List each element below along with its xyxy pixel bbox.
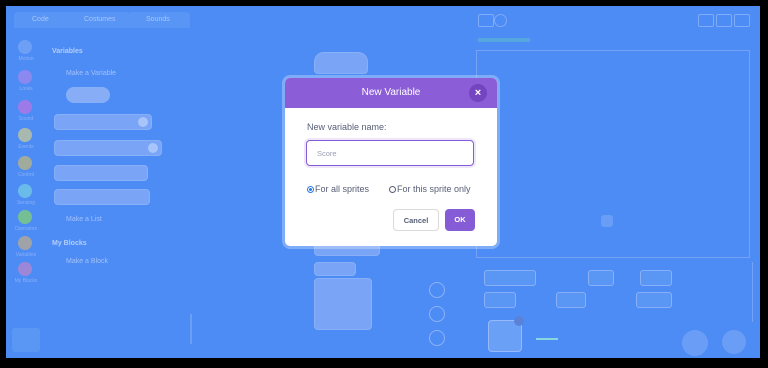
category-label: My Blocks	[14, 278, 38, 284]
editor-window: Code Costumes Sounds Motion Looks Sound …	[6, 6, 760, 358]
category-label: Sound	[18, 116, 34, 122]
new-variable-dialog: New Variable × New variable name: For al…	[285, 78, 497, 246]
small-stage-icon[interactable]	[698, 14, 714, 27]
category-control[interactable]	[18, 156, 32, 170]
sprite-label	[536, 338, 558, 340]
category-events[interactable]	[18, 128, 32, 142]
category-sidebar: Motion Looks Sound Events Control Sensin…	[6, 34, 46, 326]
sprite-name-field[interactable]	[484, 270, 536, 286]
radio-checked-icon[interactable]	[307, 186, 314, 193]
variable-reporter-block[interactable]	[66, 87, 110, 103]
tab-sounds[interactable]: Sounds	[128, 12, 190, 28]
palette-heading-my-blocks: My Blocks	[52, 240, 87, 247]
zoom-in-icon[interactable]	[429, 282, 445, 298]
add-extension-button[interactable]	[12, 328, 40, 352]
loading-bar	[478, 38, 530, 42]
cancel-button[interactable]: Cancel	[393, 209, 439, 231]
choose-sprite-button[interactable]	[682, 330, 708, 356]
tab-code[interactable]: Code	[14, 12, 72, 28]
variable-name-input[interactable]	[306, 140, 474, 166]
stop-icon[interactable]	[494, 14, 507, 27]
category-variables[interactable]	[18, 236, 32, 250]
change-variable-block[interactable]	[54, 140, 162, 156]
show-variable-block[interactable]	[54, 165, 148, 181]
category-label: Control	[17, 172, 35, 178]
dialog-header: New Variable ×	[285, 78, 497, 108]
sprite-y-field[interactable]	[640, 270, 672, 286]
category-label: Sensing	[16, 200, 36, 206]
block-palette: Variables Make a Variable Make a List My…	[48, 34, 193, 334]
sprite-on-stage[interactable]	[601, 215, 613, 227]
direction-field[interactable]	[636, 292, 672, 308]
category-label: Looks	[19, 86, 33, 92]
ok-button[interactable]: OK	[445, 209, 475, 231]
fullscreen-icon[interactable]	[734, 14, 750, 27]
hat-block[interactable]	[314, 52, 368, 74]
panel-divider	[752, 262, 753, 322]
category-sound[interactable]	[18, 100, 32, 114]
category-sensing[interactable]	[18, 184, 32, 198]
option-label: For this sprite only	[397, 184, 471, 194]
delete-sprite-icon[interactable]	[514, 316, 524, 326]
category-operators[interactable]	[18, 210, 32, 224]
radio-unchecked-icon[interactable]	[389, 186, 396, 193]
set-variable-block[interactable]	[54, 114, 152, 130]
make-variable-button[interactable]: Make a Variable	[66, 70, 116, 77]
show-toggle[interactable]	[484, 292, 516, 308]
sprite-x-field[interactable]	[588, 270, 614, 286]
option-for-this-sprite-only[interactable]: For this sprite only	[389, 183, 471, 195]
category-motion[interactable]	[18, 40, 32, 54]
size-field[interactable]	[556, 292, 586, 308]
zoom-reset-icon[interactable]	[429, 306, 445, 322]
choose-backdrop-button[interactable]	[722, 330, 746, 354]
stage[interactable]	[476, 50, 750, 258]
category-label: Operators	[14, 226, 38, 232]
large-stage-icon[interactable]	[716, 14, 732, 27]
green-flag-icon[interactable]	[478, 14, 494, 27]
category-label: Variables	[15, 252, 37, 258]
option-label: For all sprites	[315, 184, 370, 194]
option-for-all-sprites[interactable]: For all sprites	[307, 183, 369, 195]
close-icon[interactable]: ×	[469, 84, 487, 102]
make-list-button[interactable]: Make a List	[66, 216, 102, 223]
palette-heading-variables: Variables	[52, 48, 83, 55]
category-label: Events	[18, 144, 34, 150]
sprite-info-panel	[476, 262, 748, 356]
category-label: Motion	[18, 56, 34, 62]
script-block[interactable]	[314, 262, 356, 276]
variable-name-label: New variable name:	[307, 122, 387, 132]
category-looks[interactable]	[18, 70, 32, 84]
dialog-title: New Variable	[361, 87, 421, 98]
zoom-out-icon[interactable]	[429, 330, 445, 346]
editor-tab-bar: Code Costumes Sounds	[6, 6, 760, 34]
script-block[interactable]	[314, 278, 372, 330]
category-my-blocks[interactable]	[18, 262, 32, 276]
hide-variable-block[interactable]	[54, 189, 150, 205]
tab-costumes[interactable]: Costumes	[66, 12, 130, 28]
scrollbar[interactable]	[190, 314, 192, 344]
make-block-button[interactable]: Make a Block	[66, 258, 108, 265]
